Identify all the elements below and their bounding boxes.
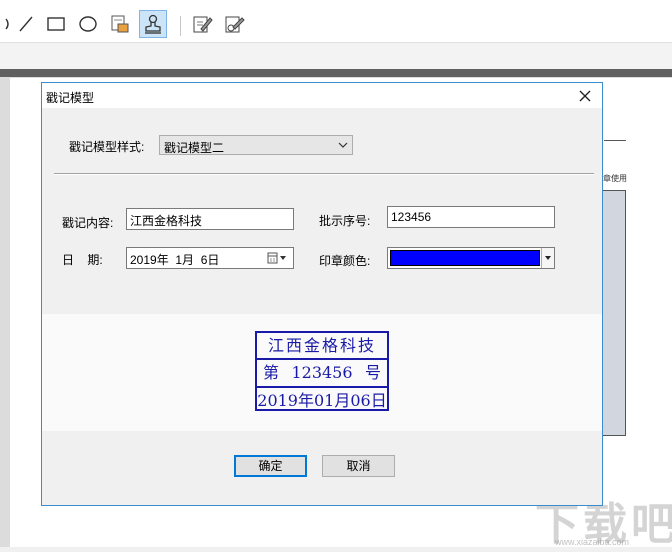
serial-input-value: 123456 <box>391 210 432 224</box>
ellipse-tool[interactable] <box>74 10 102 38</box>
section-divider <box>54 173 594 175</box>
page-rule <box>604 140 626 141</box>
dialog-title: 戳记模型 <box>46 91 95 105</box>
stamp-color-picker[interactable] <box>387 247 555 269</box>
caret-down-icon <box>545 256 551 260</box>
stamp-icon <box>145 14 161 34</box>
date-label: 日 期: <box>62 253 103 267</box>
style-select-value: 戳记模型二 <box>164 141 225 155</box>
property-bar <box>0 43 672 69</box>
content-input-value: 江西金格科技 <box>130 214 203 228</box>
dialog-title-bar[interactable]: 戳记模型 <box>42 83 602 108</box>
settings-edit-icon <box>225 16 245 33</box>
edit-tool[interactable] <box>188 10 216 38</box>
date-picker-value: 2019年 1月 6日 <box>130 253 220 267</box>
color-dropdown-button[interactable] <box>541 248 554 268</box>
partial-shape-icon <box>5 18 9 30</box>
ellipse-icon <box>79 16 97 32</box>
settings-edit-tool[interactable] <box>220 10 248 38</box>
serial-label: 批示序号: <box>319 214 371 228</box>
stamp-line-content: 江西金格科技 <box>257 333 387 361</box>
close-button[interactable] <box>574 85 596 107</box>
stamp-line-date: 2019年01月06日 <box>257 390 387 410</box>
rectangle-tool[interactable] <box>42 10 70 38</box>
dialog-body: 戳记模型样式: 戳记模型二 戳记内容: 江西金格科技 批示序号: 123456 … <box>42 108 602 505</box>
serial-input[interactable]: 123456 <box>387 206 555 228</box>
image-stamp-tool[interactable] <box>106 10 134 38</box>
stamp-line-serial: 第 123456 号 <box>257 360 387 388</box>
watermark-url: www.xiazaiba.com <box>555 537 630 547</box>
stamp-tool[interactable] <box>139 10 167 38</box>
content-label: 戳记内容: <box>62 216 114 230</box>
stamp-serial-prefix: 第 <box>263 363 280 383</box>
drawing-toolbar <box>0 6 672 43</box>
image-stamp-icon <box>111 15 129 33</box>
line-tool[interactable] <box>12 10 40 38</box>
color-swatch <box>390 250 540 266</box>
stamp-serial-suffix: 号 <box>364 363 381 383</box>
stamp-preview: 江西金格科技 第 123456 号 2019年01月06日 <box>255 331 389 411</box>
rectangle-icon <box>47 17 65 31</box>
calendar-dropdown-icon[interactable] <box>267 251 289 265</box>
close-icon <box>579 90 591 102</box>
line-icon <box>19 16 33 32</box>
stamp-preview-area: 江西金格科技 第 123456 号 2019年01月06日 <box>42 314 602 431</box>
date-picker[interactable]: 2019年 1月 6日 <box>126 247 294 269</box>
page-side-note: 章使用 <box>603 174 627 183</box>
edit-icon <box>193 16 213 33</box>
style-label: 戳记模型样式: <box>69 140 145 154</box>
stamp-model-dialog: 戳记模型 戳记模型样式: 戳记模型二 戳记内容: 江西金格科技 批示序号: 12… <box>41 82 603 506</box>
color-label: 印章颜色: <box>319 254 371 268</box>
document-top-band <box>0 69 672 77</box>
stamp-serial-number: 123456 <box>291 363 353 383</box>
toolbar-separator <box>180 16 181 36</box>
style-select[interactable]: 戳记模型二 <box>159 135 353 155</box>
chevron-down-icon <box>338 142 348 148</box>
cancel-button[interactable]: 取消 <box>322 455 395 477</box>
page-table-box <box>603 190 626 436</box>
ok-button[interactable]: 确定 <box>234 455 307 477</box>
content-input[interactable]: 江西金格科技 <box>126 208 294 230</box>
